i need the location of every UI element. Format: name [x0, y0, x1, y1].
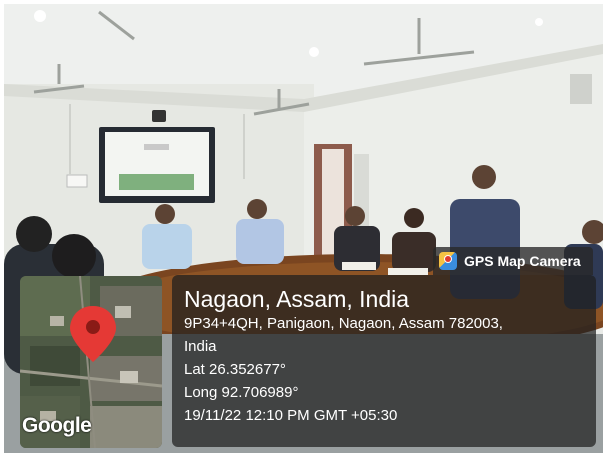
location-info-panel: Nagaon, Assam, India 9P34+4QH, Panigaon,…	[172, 275, 596, 447]
place-title: Nagaon, Assam, India	[184, 286, 410, 312]
datetime-text: 19/11/22 12:10 PM GMT +05:30	[184, 407, 398, 424]
latitude-text: Lat 26.352677°	[184, 361, 286, 378]
location-map-thumbnail: Google	[20, 276, 162, 448]
gps-map-camera-badge: GPS Map Camera	[433, 247, 593, 275]
google-logo: Google	[22, 414, 92, 437]
address-line-2: India	[184, 338, 217, 355]
address-line-1: 9P34+4QH, Panigaon, Nagaon, Assam 782003…	[184, 315, 503, 332]
longitude-text: Long 92.706989°	[184, 384, 299, 401]
gps-map-camera-app-icon	[439, 252, 457, 270]
badge-label: GPS Map Camera	[464, 253, 581, 269]
